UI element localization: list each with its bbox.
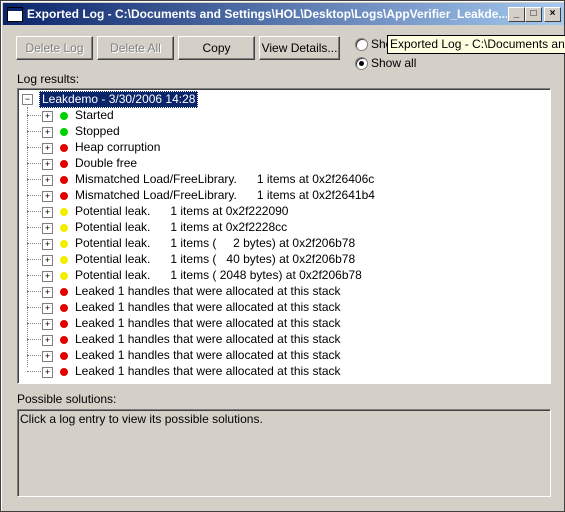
possible-solutions-label: Possible solutions: (17, 392, 116, 406)
status-yellow-icon (60, 224, 68, 232)
tree-connector (27, 179, 41, 180)
tree-connector (27, 163, 41, 164)
expand-icon[interactable]: + (42, 159, 53, 170)
expand-icon[interactable]: + (42, 351, 53, 362)
expand-icon[interactable]: + (42, 191, 53, 202)
possible-solutions-label-text: Possible solutions: (17, 392, 117, 406)
title-tooltip: Exported Log - C:\Documents and Se (387, 35, 565, 54)
log-entry-label: Potential leak. 1 items ( 2 bytes) at 0x… (75, 236, 356, 250)
log-entry-label: Mismatched Load/FreeLibrary. 1 items at … (75, 172, 375, 186)
status-green-icon (60, 112, 68, 120)
exported-log-window: Exported Log - C:\Documents and Settings… (0, 0, 565, 512)
log-entry-label: Potential leak. 1 items at 0x2f2228cc (75, 220, 288, 234)
tree-connector (27, 147, 41, 148)
tree-connector (27, 259, 41, 260)
log-entry-label: Potential leak. 1 items ( 40 bytes) at 0… (75, 252, 356, 266)
log-results-label: Log results: (17, 72, 79, 86)
tree-connector (27, 323, 41, 324)
log-entry-label: Leaked 1 handles that were allocated at … (75, 348, 341, 362)
status-yellow-icon (60, 208, 68, 216)
delete-all-button[interactable]: Delete All (97, 36, 174, 60)
tree-connector (27, 307, 41, 308)
expand-icon[interactable]: + (42, 335, 53, 346)
log-entry-label: Stopped (75, 124, 120, 138)
show-all-label: Show all (371, 56, 417, 70)
tree-connector (27, 227, 41, 228)
tree-guide-line (27, 107, 28, 367)
tree-connector (27, 355, 41, 356)
expand-icon[interactable]: + (42, 239, 53, 250)
tree-connector (27, 131, 41, 132)
status-red-icon (60, 352, 68, 360)
log-entry-label: Heap corruption (75, 140, 161, 154)
status-yellow-icon (60, 256, 68, 264)
log-results-label-text: Log results: (17, 72, 80, 86)
log-entry-label: Leaked 1 handles that were allocated at … (75, 364, 341, 378)
status-red-icon (60, 144, 68, 152)
log-entry-label: Potential leak. 1 items ( 2048 bytes) at… (75, 268, 362, 282)
log-entry-label: Leaked 1 handles that were allocated at … (75, 332, 341, 346)
status-red-icon (60, 368, 68, 376)
tree-connector (27, 195, 41, 196)
expand-icon[interactable]: + (42, 207, 53, 218)
status-red-icon (60, 288, 68, 296)
possible-solutions-text: Click a log entry to view its possible s… (20, 412, 263, 426)
copy-button[interactable]: Copy (178, 36, 255, 60)
expand-icon[interactable]: + (42, 287, 53, 298)
delete-log-button[interactable]: Delete Log (16, 36, 93, 60)
log-entry-label: Leaked 1 handles that were allocated at … (75, 284, 341, 298)
tree-connector (27, 275, 41, 276)
maximize-button[interactable]: □ (525, 7, 542, 22)
log-results-tree[interactable]: − Leakdemo - 3/30/2006 14:28 + Started + St… (17, 88, 551, 384)
show-all-radio[interactable] (355, 57, 368, 70)
tree-connector (27, 371, 41, 372)
tree-connector (27, 211, 41, 212)
log-entry-label: Leaked 1 handles that were allocated at … (75, 316, 341, 330)
expand-icon[interactable]: + (42, 143, 53, 154)
expand-icon[interactable]: + (42, 127, 53, 138)
status-yellow-icon (60, 272, 68, 280)
window-title: Exported Log - C:\Documents and Settings… (27, 7, 507, 21)
status-red-icon (60, 192, 68, 200)
tree-connector (27, 115, 41, 116)
expand-icon[interactable]: + (42, 175, 53, 186)
minimize-button[interactable]: _ (508, 7, 525, 22)
expand-icon[interactable]: + (42, 319, 53, 330)
collapse-icon[interactable]: − (22, 94, 33, 105)
expand-icon[interactable]: + (42, 303, 53, 314)
expand-icon[interactable]: + (42, 271, 53, 282)
log-entry-label: Started (75, 108, 114, 122)
title-bar[interactable]: Exported Log - C:\Documents and Settings… (3, 3, 564, 25)
status-red-icon (60, 320, 68, 328)
expand-icon[interactable]: + (42, 223, 53, 234)
status-red-icon (60, 160, 68, 168)
status-green-icon (60, 128, 68, 136)
log-entry-label: Potential leak. 1 items at 0x2f222090 (75, 204, 289, 218)
tree-connector (27, 291, 41, 292)
window-icon (7, 7, 23, 22)
log-entry-label: Double free (75, 156, 138, 170)
expand-icon[interactable]: + (42, 367, 53, 378)
possible-solutions-box: Click a log entry to view its possible s… (17, 409, 551, 497)
tree-connector (27, 339, 41, 340)
expand-icon[interactable]: + (42, 255, 53, 266)
log-entry-label: Leaked 1 handles that were allocated at … (75, 300, 341, 314)
show-errors-radio[interactable] (355, 38, 368, 51)
status-red-icon (60, 176, 68, 184)
expand-icon[interactable]: + (42, 111, 53, 122)
status-red-icon (60, 336, 68, 344)
view-details-button[interactable]: View Details... (259, 36, 340, 60)
status-red-icon (60, 304, 68, 312)
status-yellow-icon (60, 240, 68, 248)
close-button[interactable]: × (544, 7, 561, 22)
log-entry-label: Mismatched Load/FreeLibrary. 1 items at … (75, 188, 375, 202)
tree-connector (27, 243, 41, 244)
tree-root-label[interactable]: Leakdemo - 3/30/2006 14:28 (39, 91, 199, 108)
